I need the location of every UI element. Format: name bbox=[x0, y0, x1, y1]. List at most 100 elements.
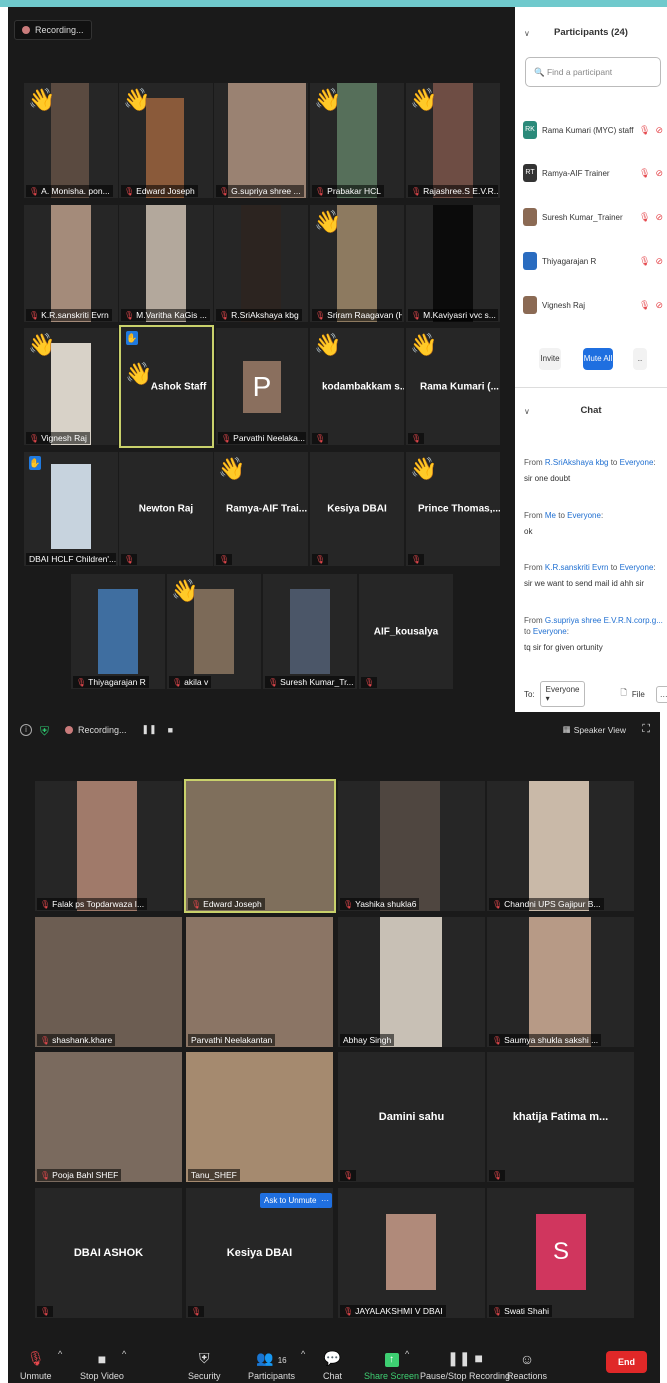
video-tile[interactable]: 👋 🎙 Vignesh Raj bbox=[24, 328, 118, 445]
pause-icon[interactable]: ❚❚ bbox=[142, 724, 157, 735]
video-off-icon[interactable]: ⊘ bbox=[655, 125, 663, 136]
participant-row[interactable]: Vignesh Raj 🎙 ⊘ bbox=[523, 294, 663, 316]
video-tile[interactable]: 🎙 Chandni UPS Gajipur B... bbox=[487, 781, 634, 911]
video-off-icon[interactable]: ⊘ bbox=[655, 168, 663, 179]
info-icon[interactable]: i bbox=[20, 724, 32, 736]
search-icon: 🔍 bbox=[534, 67, 545, 77]
recording-indicator[interactable]: Recording... bbox=[14, 20, 92, 40]
video-tile[interactable]: Damini sahu 🎙 bbox=[338, 1052, 485, 1182]
mic-muted-icon: 🎙 bbox=[315, 310, 326, 320]
chat-button[interactable]: 💬 Chat bbox=[323, 1350, 342, 1381]
participant-row[interactable]: Suresh Kumar_Trainer 🎙 ⊘ bbox=[523, 206, 663, 228]
video-tile[interactable]: 👋 🎙 akila v bbox=[167, 574, 261, 689]
active-speaker-tile[interactable]: ✋ 👋 Ashok Staff bbox=[119, 325, 214, 448]
video-tile[interactable]: DBAI ASHOK 🎙 bbox=[35, 1188, 182, 1318]
fullscreen-icon[interactable]: ⛶ bbox=[642, 723, 650, 736]
mic-muted-icon: 🎙 bbox=[411, 186, 422, 196]
video-tile[interactable]: Abhay Singh bbox=[338, 917, 485, 1047]
chevron-up-icon[interactable]: ^ bbox=[58, 1349, 62, 1359]
video-tile[interactable]: Ask to Unmute ··· Kesiya DBAI 🎙 bbox=[186, 1188, 333, 1318]
tile-more-icon[interactable]: ··· bbox=[318, 1193, 332, 1208]
mic-muted-icon[interactable]: 🎙 bbox=[639, 168, 650, 179]
video-off-icon[interactable]: ⊘ bbox=[655, 212, 663, 223]
video-tile[interactable]: 🎙 Pooja Bahl SHEF bbox=[35, 1052, 182, 1182]
ask-to-unmute-button[interactable]: Ask to Unmute bbox=[260, 1193, 321, 1208]
active-speaker-tile[interactable]: 🎙 Edward Joseph bbox=[184, 779, 336, 913]
video-tile[interactable]: 👋 Ramya-AIF Trai... 🎙 bbox=[214, 452, 308, 566]
recipient-dropdown[interactable]: Everyone ▾ bbox=[539, 681, 586, 707]
mic-muted-icon[interactable]: 🎙 bbox=[639, 300, 650, 311]
video-tile[interactable]: 🎙 R.SriAkshaya kbg bbox=[214, 205, 308, 322]
video-tile[interactable]: 👋 🎙 Prabakar HCL bbox=[310, 83, 404, 198]
video-tile[interactable]: 👋 🎙 Rajashree.S E.V.R... bbox=[406, 83, 500, 198]
video-tile[interactable]: 🎙 M.Kaviyasri vvc s... bbox=[406, 205, 500, 322]
shield-icon[interactable]: ⛨ bbox=[40, 724, 49, 739]
video-tile[interactable]: 👋 🎙 Edward Joseph bbox=[119, 83, 213, 198]
chevron-up-icon[interactable]: ^ bbox=[405, 1349, 409, 1359]
video-off-icon[interactable]: ⊘ bbox=[655, 256, 663, 267]
stop-video-button[interactable]: ■ Stop Video bbox=[80, 1351, 124, 1381]
participant-row[interactable]: Thiyagarajan R 🎙 ⊘ bbox=[523, 250, 663, 272]
avatar bbox=[523, 252, 537, 270]
video-tile[interactable]: 🎙 G.supriya shree ... bbox=[214, 83, 308, 198]
mic-muted-icon: 🎙 bbox=[315, 434, 326, 443]
video-tile[interactable]: 🎙 Thiyagarajan R bbox=[71, 574, 165, 689]
grid-icon: ▦ bbox=[562, 724, 571, 734]
video-tile[interactable]: 🎙 JAYALAKSHMI V DBAI bbox=[338, 1188, 485, 1318]
stop-icon[interactable]: ■ bbox=[168, 725, 173, 735]
video-tile[interactable]: khatija Fatima m... 🎙 bbox=[487, 1052, 634, 1182]
mic-muted-icon: 🎙 bbox=[76, 677, 87, 687]
recording-dot-icon bbox=[65, 725, 73, 734]
share-screen-button[interactable]: ↑ Share Screen bbox=[364, 1349, 419, 1381]
chevron-up-icon[interactable]: ^ bbox=[301, 1349, 305, 1359]
mic-muted-icon: 🎙 bbox=[172, 677, 183, 687]
participant-row[interactable]: RT Ramya-AIF Trainer 🎙 ⊘ bbox=[523, 162, 663, 184]
participants-button[interactable]: 👥 16 Participants bbox=[248, 1350, 295, 1381]
raised-hand-icon: ✋ bbox=[126, 331, 138, 345]
unmute-button[interactable]: 🎙 Unmute bbox=[20, 1350, 52, 1381]
video-tile[interactable]: 👋 🎙Sriram Raagavan (H... bbox=[310, 205, 404, 322]
file-button[interactable]: File bbox=[632, 690, 645, 699]
video-tile[interactable]: 👋 kodambakkam s... 🎙 bbox=[310, 328, 404, 445]
video-tile[interactable]: 🎙 shashank.khare bbox=[35, 917, 182, 1047]
video-tile[interactable]: 👋 Rama Kumari (... 🎙 bbox=[406, 328, 500, 445]
mic-muted-icon[interactable]: 🎙 bbox=[639, 256, 650, 267]
mute-all-button[interactable]: Mute All bbox=[583, 348, 613, 370]
security-button[interactable]: ⛨ Security bbox=[188, 1350, 221, 1381]
video-tile[interactable]: Newton Raj 🎙 bbox=[119, 452, 213, 566]
chevron-up-icon[interactable]: ^ bbox=[122, 1349, 126, 1359]
video-tile[interactable]: 🎙 Falak ps Topdarwaza I... bbox=[35, 781, 182, 911]
video-tile[interactable]: 👋 Prince Thomas,... 🎙 bbox=[406, 452, 500, 566]
mic-muted-icon[interactable]: 🎙 bbox=[639, 212, 650, 223]
end-meeting-button[interactable]: End bbox=[606, 1351, 647, 1373]
video-tile[interactable]: AIF_kousalya 🎙 bbox=[359, 574, 453, 689]
video-tile[interactable]: Tanu_SHEF bbox=[186, 1052, 333, 1182]
more-options-button[interactable]: .. bbox=[633, 348, 647, 370]
video-tile[interactable]: 🎙 Saumya shukla sakshi ... bbox=[487, 917, 634, 1047]
video-tile[interactable]: 🎙 K.R.sanskriti Evrn bbox=[24, 205, 118, 322]
mic-muted-icon: 🎙 bbox=[219, 555, 230, 564]
participants-title: Participants (24) bbox=[554, 27, 628, 38]
video-tile[interactable]: ✋ DBAI HCLF Children'... bbox=[24, 452, 118, 566]
file-icon[interactable]: 🗋 bbox=[620, 687, 626, 701]
video-tile[interactable]: 🎙 Yashika shukla6 bbox=[338, 781, 485, 911]
video-tile[interactable]: S 🎙 Swati Shahi bbox=[487, 1188, 634, 1318]
recording-indicator[interactable]: Recording... ❚❚ ■ bbox=[58, 720, 181, 739]
video-tile[interactable]: Kesiya DBAI 🎙 bbox=[310, 452, 404, 566]
video-tile[interactable]: 👋 🎙 A. Monisha. pon... bbox=[24, 83, 118, 198]
video-tile[interactable]: 🎙 M.Varitha KaGis ... bbox=[119, 205, 213, 322]
video-tile[interactable]: P 🎙 Parvathi Neelaka... bbox=[216, 328, 308, 445]
wave-hand-icon: 👋 bbox=[410, 87, 438, 112]
participant-search-input[interactable]: 🔍 Find a participant bbox=[525, 57, 661, 87]
video-off-icon[interactable]: ⊘ bbox=[655, 300, 663, 311]
invite-button[interactable]: Invite bbox=[539, 348, 561, 370]
mic-muted-icon[interactable]: 🎙 bbox=[639, 125, 650, 136]
more-icon[interactable]: … bbox=[655, 685, 667, 703]
video-tile[interactable]: Parvathi Neelakantan bbox=[186, 917, 333, 1047]
pause-stop-recording-button[interactable]: ❚❚ ■ Pause/Stop Recording bbox=[420, 1350, 510, 1381]
reactions-button[interactable]: ☺ Reactions bbox=[507, 1351, 547, 1381]
mic-muted-icon: 🎙 bbox=[29, 433, 40, 443]
speaker-view-button[interactable]: ▦ Speaker View bbox=[563, 724, 626, 735]
video-tile[interactable]: 🎙 Suresh Kumar_Tr... bbox=[263, 574, 357, 689]
participant-row[interactable]: RK Rama Kumari (MYC) staff 🎙 ⊘ bbox=[523, 119, 663, 141]
